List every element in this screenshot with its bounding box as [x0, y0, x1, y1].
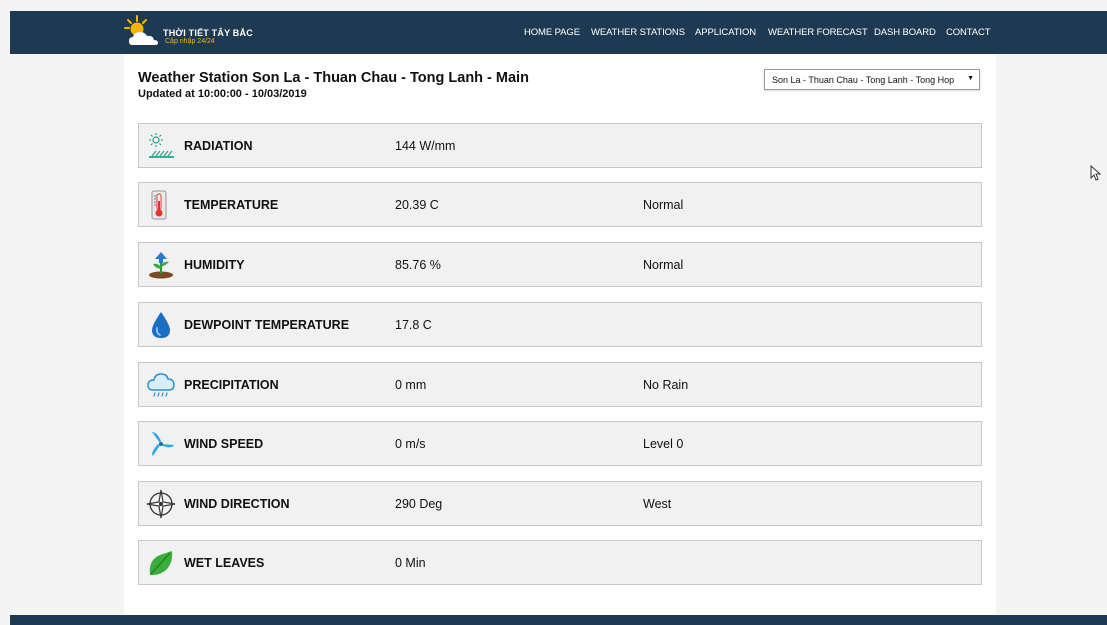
measurement-row-humidity: HUMIDITY 85.76 % Normal	[138, 242, 982, 287]
updated-timestamp: Updated at 10:00:00 - 10/03/2019	[138, 88, 307, 100]
plant-humidity-icon	[149, 252, 173, 279]
top-navigation-bar: THỜI TIẾT TÂY BẮC Cập nhập 24/24 HOME PA…	[10, 11, 1107, 54]
station-select-value: Son La - Thuan Chau - Tong Lanh - Tong H…	[772, 75, 955, 85]
nav-home-page[interactable]: HOME PAGE	[524, 27, 580, 38]
measurement-status: Level 0	[643, 437, 684, 451]
measurement-row-precipitation: PRECIPITATION 0 mm No Rain	[138, 362, 982, 407]
measurement-label: WIND DIRECTION	[184, 497, 290, 511]
measurement-value: 0 mm	[395, 378, 427, 392]
measurement-status: Normal	[643, 198, 684, 212]
measurement-label: PRECIPITATION	[184, 378, 279, 392]
chevron-down-icon: ▼	[967, 75, 974, 82]
sun-radiation-icon	[149, 133, 174, 158]
measurement-status: No Rain	[643, 378, 689, 392]
rain-cloud-icon	[147, 373, 175, 397]
measurement-row-wind-speed: WIND SPEED 0 m/s Level 0	[138, 421, 982, 466]
nav-weather-stations[interactable]: WEATHER STATIONS	[591, 27, 685, 38]
measurement-value: 20.39 C	[395, 198, 439, 212]
measurement-row-dewpoint: DEWPOINT TEMPERATURE 17.8 C	[138, 302, 982, 347]
station-select[interactable]: Son La - Thuan Chau - Tong Lanh - Tong H…	[764, 69, 980, 90]
measurement-status: West	[643, 497, 672, 511]
nav-contact[interactable]: CONTACT	[946, 27, 991, 38]
nav-dash-board[interactable]: DASH BOARD	[874, 27, 936, 38]
wind-turbine-icon	[152, 432, 174, 456]
measurement-label: HUMIDITY	[184, 258, 245, 272]
leaf-icon	[149, 551, 173, 576]
measurement-label: DEWPOINT TEMPERATURE	[184, 318, 350, 332]
main-nav: HOME PAGE WEATHER STATIONS APPLICATION W…	[10, 11, 1107, 54]
footer-bar	[10, 615, 1107, 625]
measurement-row-radiation: RADIATION 144 W/mm	[138, 123, 982, 168]
main-content: Weather Station Son La - Thuan Chau - To…	[124, 54, 996, 615]
measurement-label: WET LEAVES	[184, 556, 265, 570]
measurement-value: 0 m/s	[395, 437, 426, 451]
nav-weather-forecast[interactable]: WEATHER FORECAST	[768, 27, 868, 38]
thermometer-icon	[151, 190, 167, 220]
measurement-label: TEMPERATURE	[184, 198, 279, 212]
nav-application[interactable]: APPLICATION	[695, 27, 756, 38]
measurement-value: 85.76 %	[395, 258, 441, 272]
measurement-value: 144 W/mm	[395, 139, 456, 153]
measurement-value: 290 Deg	[395, 497, 443, 511]
measurement-value: 0 Min	[395, 556, 426, 570]
measurement-label: WIND SPEED	[184, 437, 264, 451]
measurement-label: RADIATION	[184, 139, 253, 153]
compass-icon	[146, 489, 176, 519]
mouse-cursor-icon	[1090, 165, 1102, 181]
measurement-row-wet-leaves: WET LEAVES 0 Min	[138, 540, 982, 585]
water-drop-icon	[152, 312, 170, 338]
measurement-value: 17.8 C	[395, 318, 432, 332]
measurement-status: Normal	[643, 258, 684, 272]
page-title: Weather Station Son La - Thuan Chau - To…	[138, 70, 529, 86]
measurement-row-temperature: TEMPERATURE 20.39 C Normal	[138, 182, 982, 227]
measurement-row-wind-direction: WIND DIRECTION 290 Deg West	[138, 481, 982, 526]
